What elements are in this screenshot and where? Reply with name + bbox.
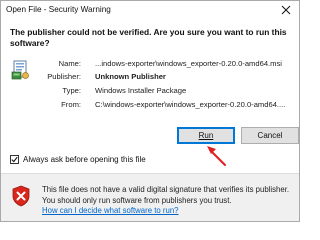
name-label: Name: xyxy=(58,59,81,68)
red-arrow-icon xyxy=(205,143,227,167)
footer-message-block: This file does not have a valid digital … xyxy=(42,185,298,217)
name-value: ...indows-exporter\windows_exporter-0.20… xyxy=(95,59,282,68)
publisher-label: Publisher: xyxy=(47,72,81,81)
warning-headline: The publisher could not be verified. Are… xyxy=(10,27,287,48)
run-button-label: Run xyxy=(198,131,214,140)
close-icon[interactable] xyxy=(279,3,293,17)
divider xyxy=(1,173,299,174)
type-label: Type: xyxy=(62,86,81,95)
security-shield-icon xyxy=(11,185,31,207)
always-ask-checkbox[interactable] xyxy=(10,155,19,164)
always-ask-label[interactable]: Always ask before opening this file xyxy=(23,155,146,164)
security-warning-dialog: Open File - Security Warning The publish… xyxy=(0,0,300,222)
type-value: Windows Installer Package xyxy=(95,86,187,95)
cancel-button-label: Cancel xyxy=(257,131,283,140)
publisher-value: Unknown Publisher xyxy=(95,72,166,81)
from-label: From: xyxy=(61,100,81,109)
window-title: Open File - Security Warning xyxy=(6,5,111,14)
from-value: C:\windows-exporter\windows_exporter-0.2… xyxy=(95,100,286,109)
title-bar: Open File - Security Warning xyxy=(1,1,299,20)
footer-message: This file does not have a valid digital … xyxy=(42,185,290,205)
help-link[interactable]: How can I decide what software to run? xyxy=(42,206,179,215)
run-button[interactable]: Run xyxy=(177,127,235,144)
cancel-button[interactable]: Cancel xyxy=(241,127,299,144)
